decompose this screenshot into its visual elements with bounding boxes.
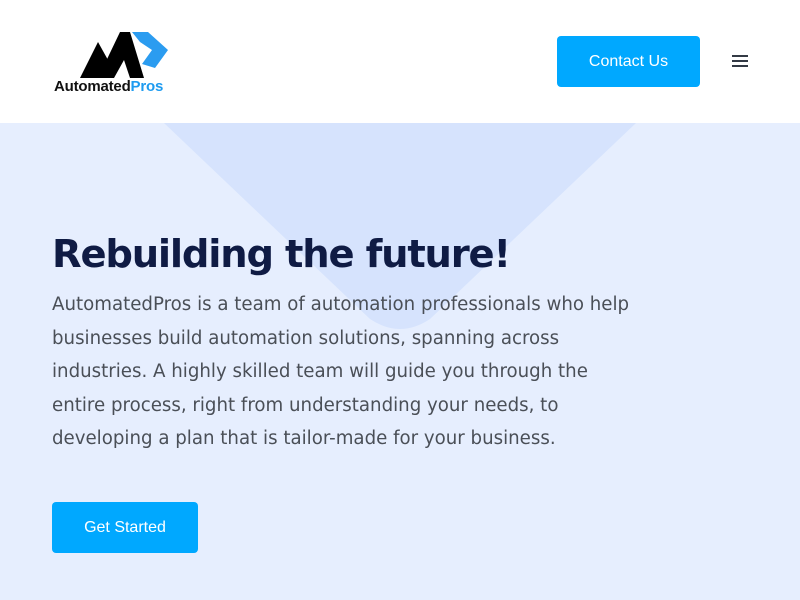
contact-us-button[interactable]: Contact Us: [557, 36, 700, 87]
logo-wordmark: AutomatedPros: [54, 78, 163, 95]
logo-text-accent: Pros: [130, 78, 164, 95]
hero-section: Rebuilding the future! AutomatedPros is …: [0, 123, 800, 600]
hero-title: Rebuilding the future!: [52, 232, 511, 277]
logo-text-main: Automated: [54, 78, 131, 95]
hamburger-menu-icon[interactable]: [732, 54, 748, 68]
brand-logo[interactable]: AutomatedPros: [52, 30, 182, 96]
get-started-button[interactable]: Get Started: [52, 502, 198, 553]
hero-description: AutomatedPros is a team of automation pr…: [52, 294, 630, 449]
logo-mark-icon: [80, 32, 168, 78]
site-header: AutomatedPros Contact Us: [0, 0, 800, 123]
